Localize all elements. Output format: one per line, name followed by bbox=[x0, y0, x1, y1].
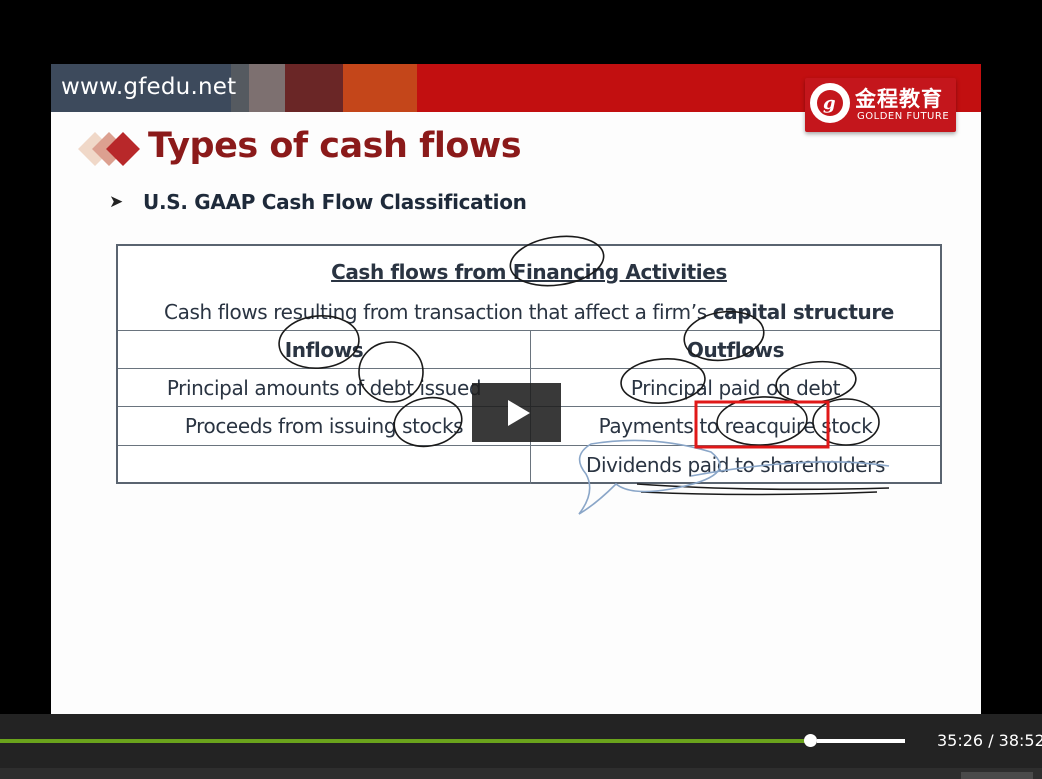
logo-name-cn: 金程教育 bbox=[855, 87, 943, 111]
scroll-thumb[interactable] bbox=[961, 772, 1033, 779]
site-url: www.gfedu.net bbox=[61, 74, 237, 100]
bottom-strip bbox=[0, 768, 1042, 779]
logo-name-en: GOLDEN FUTURE bbox=[857, 111, 950, 122]
column-header-outflows: Outflows bbox=[686, 338, 785, 362]
time-current: 35:26 bbox=[937, 731, 984, 750]
cash-flow-table: Cash flows from Financing Activities Cas… bbox=[116, 244, 942, 484]
table-cell: Payments to reacquire stock bbox=[598, 414, 873, 438]
table-heading: Cash flows from Financing Activities bbox=[331, 260, 727, 284]
table-divider bbox=[118, 445, 940, 446]
time-total: 38:52 bbox=[998, 731, 1042, 750]
table-cell: Dividends paid to shareholders bbox=[585, 453, 886, 477]
table-cell: Principal amounts of debt issued bbox=[166, 376, 482, 400]
annotation-underline bbox=[636, 483, 890, 491]
slide: www.gfedu.net g 金程教育 GOLDEN FUTURE Types… bbox=[51, 64, 981, 714]
table-cell: Proceeds from issuing stocks bbox=[184, 414, 464, 438]
annotation-underline bbox=[640, 491, 878, 496]
progress-handle[interactable] bbox=[804, 734, 817, 747]
play-button[interactable] bbox=[472, 383, 561, 442]
table-description: Cash flows resulting from transaction th… bbox=[164, 300, 894, 324]
slide-title: Types of cash flows bbox=[148, 126, 522, 166]
progress-bar[interactable] bbox=[0, 739, 810, 743]
table-divider bbox=[118, 368, 940, 369]
logo-seal-icon: g bbox=[810, 83, 850, 123]
bullet-arrow-icon: ➤ bbox=[109, 192, 124, 211]
player-controls: 35:26 / 38:52 bbox=[0, 714, 1042, 779]
header-band-segment bbox=[249, 64, 285, 112]
header-band-segment bbox=[285, 64, 343, 112]
header-band-segment bbox=[343, 64, 417, 112]
column-header-inflows: Inflows bbox=[284, 338, 364, 362]
table-cell: Principal paid on debt bbox=[630, 376, 841, 400]
progress-remaining[interactable] bbox=[817, 739, 905, 743]
slide-subtitle: U.S. GAAP Cash Flow Classification bbox=[143, 190, 527, 214]
time-display: 35:26 / 38:52 bbox=[937, 731, 1042, 750]
company-logo: g 金程教育 GOLDEN FUTURE bbox=[805, 78, 956, 132]
table-divider bbox=[118, 330, 940, 331]
